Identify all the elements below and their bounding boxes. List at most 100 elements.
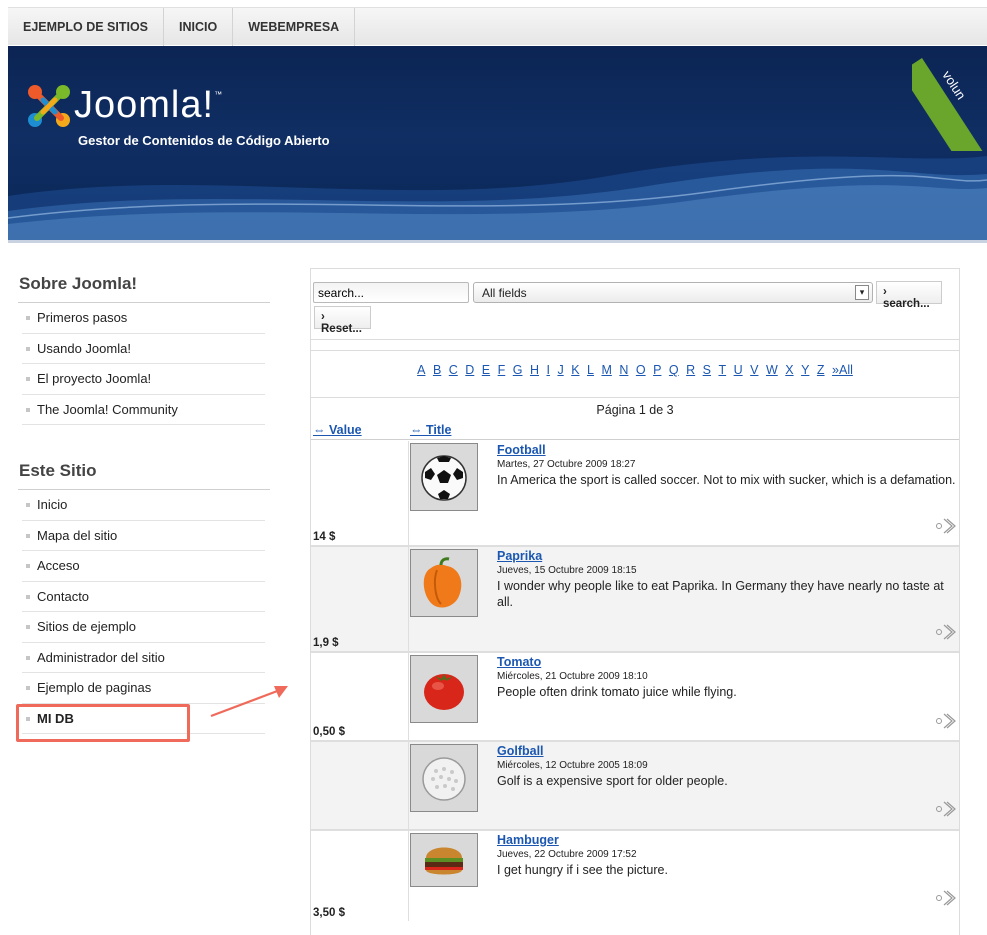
golfball-icon[interactable] — [410, 744, 478, 812]
alphabet-link[interactable]: O — [636, 363, 646, 377]
sidebar-item-primeros-pasos[interactable]: Primeros pasos — [22, 303, 265, 334]
alphabet-link[interactable]: J — [557, 363, 563, 377]
alphabet-link[interactable]: Y — [801, 363, 809, 377]
corner-ribbon[interactable]: volun — [912, 46, 987, 151]
item-text: I wonder why people like to eat Paprika.… — [497, 579, 944, 609]
sidebar-item-el-proyecto-joomla[interactable]: El proyecto Joomla! — [22, 364, 265, 395]
alphabet-link[interactable]: E — [482, 363, 490, 377]
chevron-down-icon: ▾ — [855, 285, 869, 300]
alphabet-link[interactable]: R — [686, 363, 695, 377]
item-date: Miércoles, 12 Octubre 2005 18:09 — [497, 760, 648, 771]
sidebar-heading-este-sitio: Este Sitio — [18, 455, 270, 490]
alphabet-link[interactable]: Q — [669, 363, 679, 377]
item-title: Football — [497, 443, 546, 457]
item-title: Golfball — [497, 744, 544, 758]
alphabet-link[interactable]: X — [785, 363, 793, 377]
main-content: All fields ▾ › search... › Reset... A B … — [310, 268, 960, 935]
alphabet-link[interactable]: A — [417, 363, 425, 377]
alphabet-link[interactable]: G — [513, 363, 523, 377]
list-item: 14 $ Football Martes, 27 Octubre 2009 18… — [311, 441, 959, 547]
item-title-link[interactable]: Football — [497, 443, 546, 457]
nav-item-webempresa[interactable]: WEBEMPRESA — [233, 8, 356, 46]
joomla-logo-icon — [28, 85, 70, 127]
value-cell: 1,9 $ — [311, 547, 409, 651]
value-cell: 14 $ — [311, 441, 409, 545]
item-text: I get hungry if i see the picture. — [497, 863, 668, 877]
sidebar-item-joomla-community[interactable]: The Joomla! Community — [22, 395, 265, 425]
price: 1,9 $ — [313, 637, 339, 649]
item-title-link[interactable]: Golfball — [497, 744, 544, 758]
read-more-arrow-icon[interactable] — [935, 621, 957, 643]
alphabet-link[interactable]: K — [571, 363, 579, 377]
sidebar-item-contacto[interactable]: Contacto — [22, 582, 265, 612]
tomato-icon[interactable] — [410, 655, 478, 723]
alphabet-link[interactable]: »All — [832, 363, 853, 377]
value-cell: 3,50 $ — [311, 831, 409, 921]
read-more-arrow-icon[interactable] — [935, 798, 957, 820]
alphabet-link[interactable]: B — [433, 363, 441, 377]
nav-item-inicio[interactable]: INICIO — [164, 8, 234, 46]
item-date: Miércoles, 21 Octubre 2009 18:10 — [497, 671, 648, 682]
annotation-arrow-icon — [210, 686, 288, 718]
alphabet-link[interactable]: L — [587, 363, 594, 377]
value-cell: 0,50 $ — [311, 653, 409, 740]
price: 14 $ — [313, 531, 336, 543]
alphabet-link[interactable]: S — [703, 363, 711, 377]
item-title-link[interactable]: Tomato — [497, 655, 541, 669]
price: 0,50 $ — [313, 726, 345, 738]
item-date: Jueves, 15 Octubre 2009 18:15 — [497, 565, 637, 576]
field-select[interactable]: All fields ▾ — [473, 282, 873, 303]
search-input[interactable] — [313, 282, 469, 303]
item-title: Hambuger — [497, 833, 559, 847]
header-divider — [8, 240, 987, 243]
item-text: People often drink tomato juice while fl… — [497, 685, 737, 699]
field-select-value: All fields — [482, 286, 527, 300]
alphabet-link[interactable]: M — [601, 363, 611, 377]
item-list: 14 $ Football Martes, 27 Octubre 2009 18… — [311, 441, 959, 921]
search-button[interactable]: › search... — [876, 281, 942, 310]
football-icon[interactable] — [410, 443, 478, 511]
alphabet-link[interactable]: I — [546, 363, 549, 377]
divider — [311, 439, 959, 440]
sidebar-item-mapa-del-sitio[interactable]: Mapa del sitio — [22, 521, 265, 551]
sidebar-item-acceso[interactable]: Acceso — [22, 551, 265, 582]
reset-button[interactable]: › Reset... — [314, 306, 371, 335]
top-nav: EJEMPLO DE SITIOS INICIO WEBEMPRESA — [8, 7, 987, 46]
alphabet-link[interactable]: F — [498, 363, 506, 377]
sidebar-item-inicio[interactable]: Inicio — [22, 490, 265, 521]
alphabet-link[interactable]: P — [653, 363, 661, 377]
list-item: 1,9 $ Paprika Jueves, 15 Octubre 2009 18… — [311, 547, 959, 653]
alphabet-link[interactable]: T — [718, 363, 726, 377]
item-title: Tomato — [497, 655, 541, 669]
alphabet-link[interactable]: H — [530, 363, 539, 377]
read-more-arrow-icon[interactable] — [935, 887, 957, 909]
read-more-arrow-icon[interactable] — [935, 710, 957, 732]
alphabet-link[interactable]: U — [734, 363, 743, 377]
alphabet-link[interactable]: N — [619, 363, 628, 377]
paprika-icon[interactable] — [410, 549, 478, 617]
header-slogan: Gestor de Contenidos de Código Abierto — [78, 133, 330, 148]
alphabet-filter: A B C D E F G H I J K L M N O P Q R S T … — [311, 363, 959, 377]
pagination-info: Página 1 de 3 — [596, 403, 674, 417]
sidebar-item-administrador-del-sitio[interactable]: Administrador del sitio — [22, 643, 265, 673]
item-title: Paprika — [497, 549, 542, 563]
divider — [311, 397, 959, 398]
price: 3,50 $ — [313, 907, 345, 919]
alphabet-link[interactable]: V — [750, 363, 758, 377]
alphabet-link[interactable]: Z — [817, 363, 825, 377]
header-banner: Joomla!™ Gestor de Contenidos de Código … — [8, 46, 987, 240]
alphabet-link[interactable]: C — [449, 363, 458, 377]
joomla-brand: Joomla!™ — [74, 84, 224, 126]
alphabet-link[interactable]: W — [766, 363, 778, 377]
item-title-link[interactable]: Paprika — [497, 549, 542, 563]
sidebar-heading-sobre-joomla: Sobre Joomla! — [18, 268, 270, 303]
nav-item-ejemplo-de-sitios[interactable]: EJEMPLO DE SITIOS — [8, 8, 165, 46]
sidebar-item-usando-joomla[interactable]: Usando Joomla! — [22, 334, 265, 364]
read-more-arrow-icon[interactable] — [935, 515, 957, 537]
sidebar-item-sitios-de-ejemplo[interactable]: Sitios de ejemplo — [22, 612, 265, 643]
alphabet-link[interactable]: D — [465, 363, 474, 377]
sort-title-link[interactable]: ⇔ Title — [410, 423, 451, 437]
hamburger-icon[interactable] — [410, 833, 478, 887]
item-title-link[interactable]: Hambuger — [497, 833, 559, 847]
sort-value-link[interactable]: ⇔ Value — [313, 423, 362, 437]
